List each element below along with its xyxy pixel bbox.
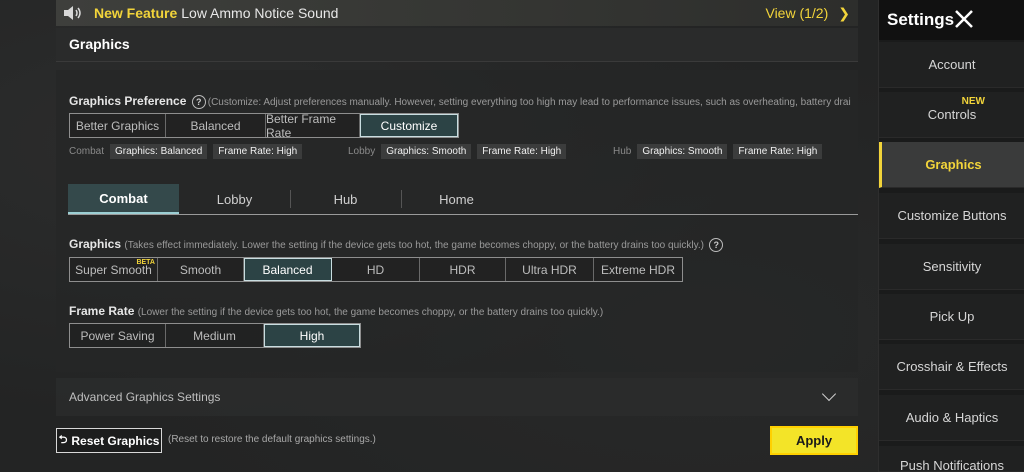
frame-rate-label: Frame Rate (Lower the setting if the dev… [69,304,603,318]
close-icon[interactable] [953,8,975,30]
summary-combat-label: Combat [69,146,105,157]
graphics-quality-label: Graphics (Takes effect immediately. Lowe… [69,237,725,252]
page-title: Graphics [69,36,130,52]
frame-rate-high[interactable]: High [264,324,360,347]
summary-hub-graphics: Graphics: Smooth [637,144,728,159]
summary-lobby: Lobby Graphics: Smooth Frame Rate: High [348,144,567,159]
sidebar-item-audio-haptics[interactable]: Audio & Haptics [879,395,1024,441]
tab-home[interactable]: Home [401,184,512,214]
graphics-quality-selector: Super Smooth BETA Smooth Balanced HD HDR… [69,257,683,282]
advanced-graphics-settings[interactable]: Advanced Graphics Settings [56,378,858,416]
graphics-quality-title: Graphics [69,237,122,251]
frame-rate-selector: Power Saving Medium High [69,323,361,348]
help-icon[interactable]: ? [191,94,206,109]
frame-rate-power-saving[interactable]: Power Saving [70,324,166,347]
chevron-right-icon: ❯ [838,4,850,21]
summary-combat-graphics: Graphics: Balanced [110,144,208,159]
beta-badge: BETA [136,259,155,266]
frame-rate-title: Frame Rate [69,304,135,318]
frame-rate-medium[interactable]: Medium [166,324,264,347]
graphics-hdr[interactable]: HDR [420,258,506,281]
notice-tag: New Feature [94,5,178,21]
sidebar-item-graphics[interactable]: Graphics [879,142,1024,188]
summary-combat: Combat Graphics: Balanced Frame Rate: Hi… [69,144,303,159]
sidebar-item-push-notifications[interactable]: Push Notifications [879,446,1024,472]
graphics-hd[interactable]: HD [332,258,420,281]
chevron-down-icon [821,386,837,402]
reset-graphics-button[interactable]: ⮌ Reset Graphics [56,428,162,453]
frame-rate-note: (Lower the setting if the device gets to… [137,307,604,318]
reset-note: (Reset to restore the default graphics s… [168,434,376,445]
graphics-super-smooth[interactable]: Super Smooth BETA [70,258,158,281]
tab-hub[interactable]: Hub [290,184,401,214]
sidebar-item-controls-label: Controls [927,107,977,122]
summary-hub-frame-rate: Frame Rate: High [733,144,823,159]
graphics-ultra-hdr[interactable]: Ultra HDR [506,258,594,281]
preference-customize[interactable]: Customize [360,114,458,137]
sidebar-item-sensitivity[interactable]: Sensitivity [879,244,1024,290]
help-icon[interactable]: ? [709,237,724,252]
summary-lobby-label: Lobby [348,146,376,157]
advanced-graphics-label: Advanced Graphics Settings [69,390,221,404]
notice-view-label: View (1/2) [765,5,829,21]
preference-better-frame-rate[interactable]: Better Frame Rate [266,112,360,140]
scene-tabs: Combat Lobby Hub Home [68,184,858,215]
sidebar-title: Settings [887,10,955,29]
preference-balanced[interactable]: Balanced [166,114,266,137]
sidebar-item-controls[interactable]: Controls NEW [879,92,1024,138]
notice-text: Low Ammo Notice Sound [181,5,339,21]
speaker-icon [60,0,86,26]
sidebar-item-crosshair-effects[interactable]: Crosshair & Effects [879,344,1024,390]
summary-hub-label: Hub [613,146,632,157]
notice-bar[interactable]: New Feature Low Ammo Notice Sound View (… [56,0,858,26]
summary-combat-frame-rate: Frame Rate: High [213,144,303,159]
settings-sidebar: Settings Account Controls NEW Graphics C… [878,0,1024,472]
sidebar-item-pick-up[interactable]: Pick Up [879,294,1024,340]
sidebar-item-customize-buttons[interactable]: Customize Buttons [879,193,1024,239]
page-title-bar: Graphics [56,28,858,62]
graphics-preference-note: (Customize: Adjust preferences manually.… [207,97,851,108]
graphics-preference-title: Graphics Preference [69,94,187,108]
summary-lobby-frame-rate: Frame Rate: High [477,144,567,159]
sidebar-item-account[interactable]: Account [879,42,1024,88]
graphics-smooth[interactable]: Smooth [158,258,244,281]
graphics-quality-note: (Takes effect immediately. Lower the set… [124,240,704,251]
reset-graphics-label: Reset Graphics [71,433,160,448]
reset-icon: ⮌ [58,434,68,446]
preference-better-graphics[interactable]: Better Graphics [70,114,166,137]
summary-lobby-graphics: Graphics: Smooth [381,144,472,159]
tab-combat[interactable]: Combat [68,184,179,214]
notice-view-link[interactable]: View (1/2) ❯ [765,0,850,26]
tab-lobby[interactable]: Lobby [179,184,290,214]
graphics-preference-selector: Better Graphics Balanced Better Frame Ra… [69,112,459,140]
graphics-balanced[interactable]: Balanced [244,258,332,281]
graphics-preference-label: Graphics Preference ? (Customize: Adjust … [69,94,851,109]
graphics-extreme-hdr[interactable]: Extreme HDR [594,258,682,281]
summary-hub: Hub Graphics: Smooth Frame Rate: High [613,144,823,159]
sidebar-header: Settings [879,0,1024,40]
new-badge: NEW [961,96,985,107]
apply-button[interactable]: Apply [770,426,858,455]
